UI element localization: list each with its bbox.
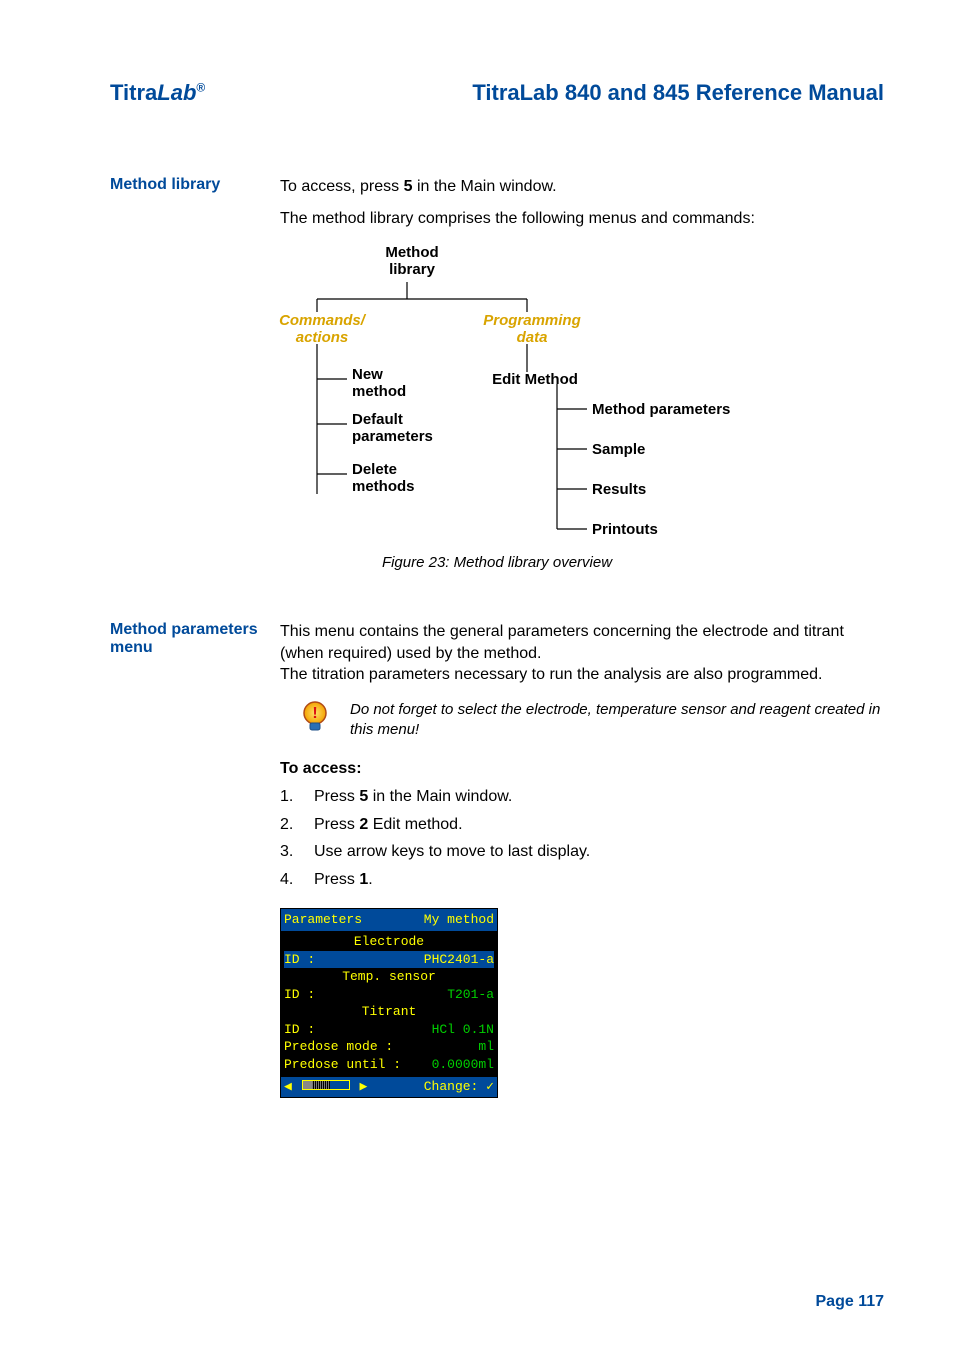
lcd-row-predose-mode[interactable]: Predose mode : ml bbox=[284, 1038, 494, 1056]
step-3: Use arrow keys to move to last display. bbox=[314, 841, 590, 863]
node-method-parameters: Method parameters bbox=[592, 401, 737, 418]
s2-p1: This menu contains the general parameter… bbox=[280, 621, 884, 664]
value: T201-a bbox=[447, 986, 494, 1004]
diagram: Methodlibrary Commands/actions Programmi… bbox=[110, 244, 884, 544]
label: Predose until : bbox=[284, 1056, 401, 1074]
lcd-change-label[interactable]: Change: ✓ bbox=[424, 1078, 494, 1096]
node-printouts: Printouts bbox=[592, 521, 692, 538]
node-results: Results bbox=[592, 481, 692, 498]
note: ! Do not forget to select the electrode,… bbox=[280, 700, 884, 741]
step-4: Press 1. bbox=[314, 869, 373, 891]
label: ID : bbox=[284, 951, 315, 969]
brand-reg: ® bbox=[196, 81, 205, 95]
lcd-sec-titrant: Titrant bbox=[284, 1003, 494, 1021]
step-1: Press 5 in the Main window. bbox=[314, 786, 512, 808]
lcd-row-predose-until[interactable]: Predose until : 0.0000ml bbox=[284, 1056, 494, 1074]
s2-p2: The titration parameters necessary to ru… bbox=[280, 664, 884, 686]
value: HCl 0.1N bbox=[432, 1021, 494, 1039]
brand-logo: TitraLab® bbox=[110, 80, 205, 106]
side-heading-1: Method library bbox=[110, 176, 280, 229]
text: To access, press bbox=[280, 178, 404, 195]
key-5: 5 bbox=[404, 178, 413, 195]
arrow-right-icon[interactable]: ▶ bbox=[359, 1079, 367, 1094]
node-sample: Sample bbox=[592, 441, 692, 458]
lcd-sec-temp: Temp. sensor bbox=[284, 968, 494, 986]
lcd-row-id2[interactable]: ID : T201-a bbox=[284, 986, 494, 1004]
value: ml bbox=[478, 1038, 494, 1056]
node-default-parameters: Defaultparameters bbox=[352, 411, 462, 445]
node-new-method: Newmethod bbox=[352, 366, 442, 400]
arrow-left-icon[interactable]: ◀ bbox=[284, 1079, 292, 1094]
access-heading: To access: bbox=[280, 758, 884, 780]
node-edit-method: Edit Method bbox=[485, 371, 585, 388]
value: PHC2401-a bbox=[424, 951, 494, 969]
manual-title: TitraLab 840 and 845 Reference Manual bbox=[472, 80, 884, 106]
step-num: 4. bbox=[280, 869, 314, 891]
step-2: Press 2 Edit method. bbox=[314, 814, 463, 836]
section-method-parameters: Method parameters menu This menu contain… bbox=[110, 621, 884, 1098]
device-screen: Parameters My method Electrode ID : PHC2… bbox=[280, 908, 498, 1097]
node-programming: Programmingdata bbox=[472, 312, 592, 346]
alert-lightbulb-icon: ! bbox=[280, 700, 350, 741]
node-commands: Commands/actions bbox=[267, 312, 377, 346]
step-num: 3. bbox=[280, 841, 314, 863]
page-number: Page 117 bbox=[816, 1293, 885, 1311]
figure-caption: Figure 23: Method library overview bbox=[110, 554, 884, 571]
section-method-library: Method library To access, press 5 in the… bbox=[110, 176, 884, 229]
s1-p1: To access, press 5 in the Main window. bbox=[280, 176, 884, 198]
label: ID : bbox=[284, 1021, 315, 1039]
document-page: TitraLab® TitraLab 840 and 845 Reference… bbox=[0, 0, 954, 1351]
note-text: Do not forget to select the electrode, t… bbox=[350, 700, 884, 741]
lcd-row-id3[interactable]: ID : HCl 0.1N bbox=[284, 1021, 494, 1039]
brand-main: Titra bbox=[110, 80, 157, 105]
node-delete-methods: Deletemethods bbox=[352, 461, 452, 495]
side-heading-2: Method parameters menu bbox=[110, 621, 280, 1098]
lcd-title-right: My method bbox=[424, 911, 494, 929]
step-num: 2. bbox=[280, 814, 314, 836]
steps-list: 1. Press 5 in the Main window. 2. Press … bbox=[280, 786, 884, 890]
label: ID : bbox=[284, 986, 315, 1004]
text: in the Main window. bbox=[413, 178, 557, 195]
svg-text:!: ! bbox=[312, 705, 317, 722]
lcd-row-id1[interactable]: ID : PHC2401-a bbox=[284, 951, 494, 969]
step-num: 1. bbox=[280, 786, 314, 808]
label: Predose mode : bbox=[284, 1038, 393, 1056]
lcd-sec-electrode: Electrode bbox=[284, 933, 494, 951]
brand-sub: Lab bbox=[157, 80, 196, 105]
lcd-nav[interactable]: ◀ ▶ bbox=[284, 1078, 367, 1096]
node-method-library: Methodlibrary bbox=[367, 244, 457, 278]
page-header: TitraLab® TitraLab 840 and 845 Reference… bbox=[110, 80, 884, 106]
lcd-title-left: Parameters bbox=[284, 911, 362, 929]
s1-p2: The method library comprises the followi… bbox=[280, 208, 884, 230]
value: 0.0000ml bbox=[432, 1056, 494, 1074]
